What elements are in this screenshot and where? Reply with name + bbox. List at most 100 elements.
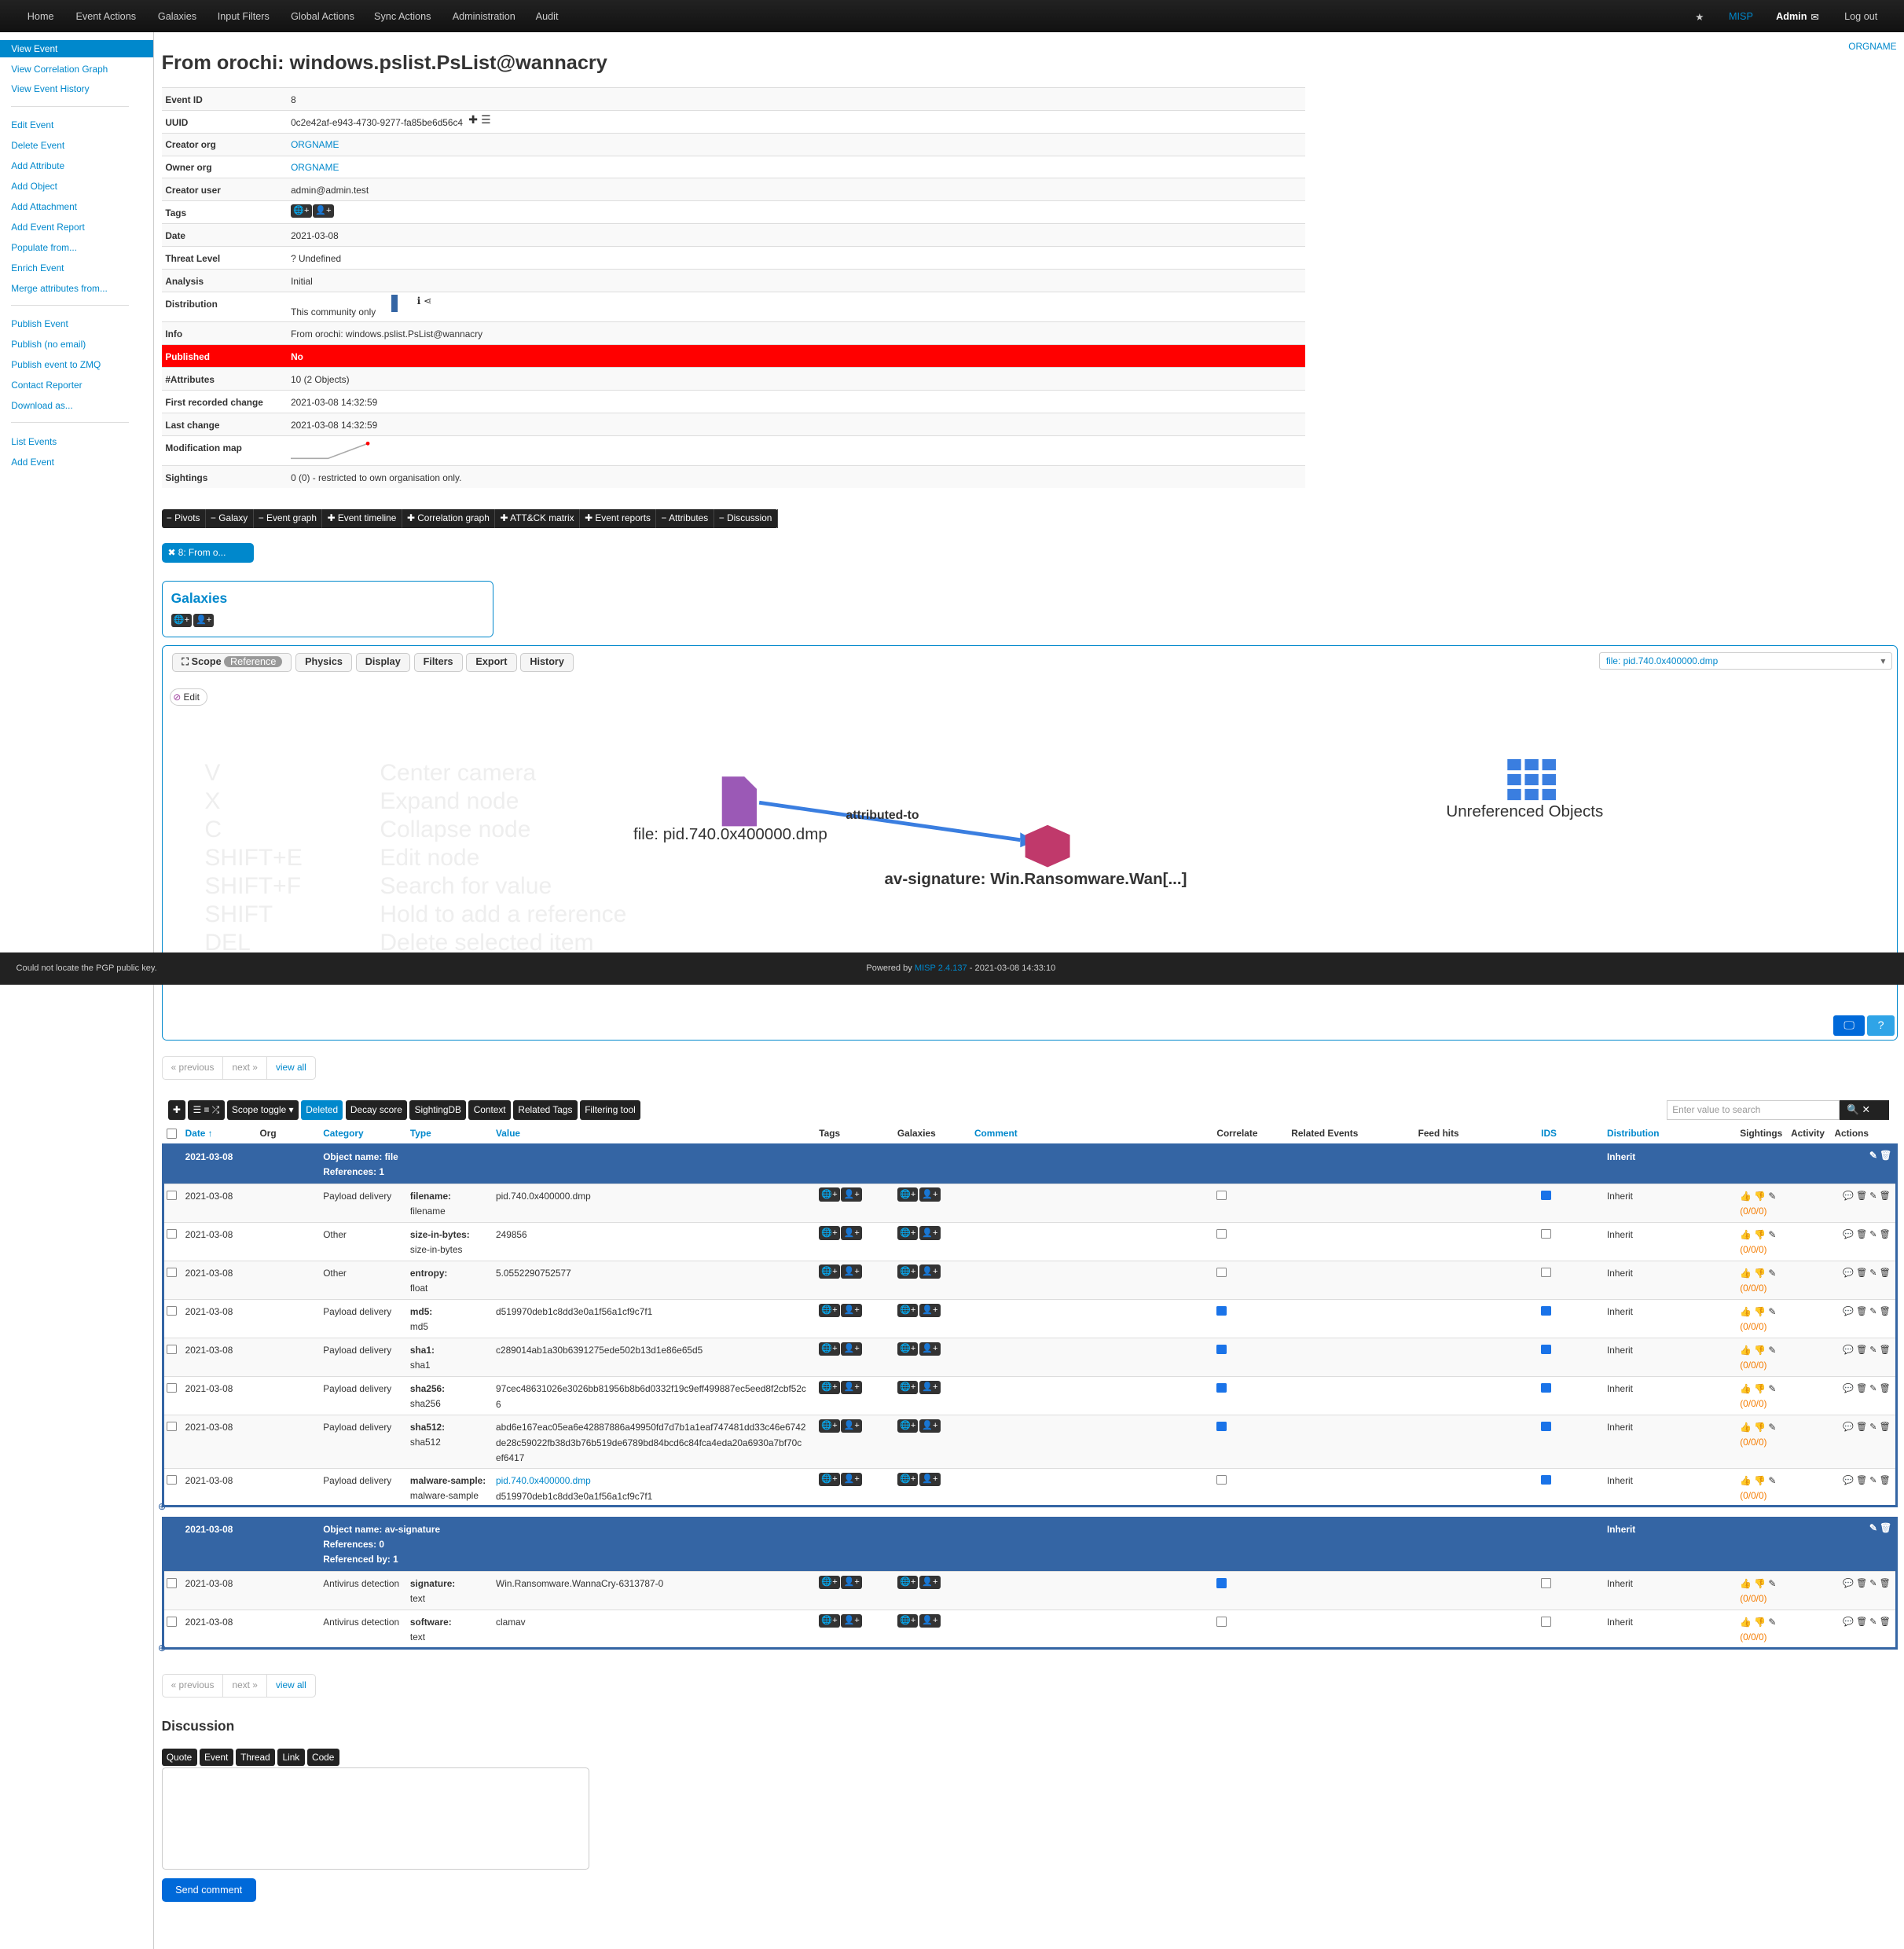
sidebar-item[interactable]: Publish (no email) xyxy=(0,336,153,353)
unreferenced-objects-icon[interactable] xyxy=(1506,758,1556,800)
uuid-actions-icon[interactable]: ✚ ☰ xyxy=(468,114,491,127)
pagination-top: « previous next » view all xyxy=(161,1056,316,1081)
misp-version-link[interactable]: MISP 2.4.137 xyxy=(915,963,967,973)
toolbar-button[interactable]: Related Tags xyxy=(513,1099,578,1120)
column-header[interactable]: Date ↑ xyxy=(185,1128,213,1139)
discussion-tool-link[interactable]: Link xyxy=(277,1749,305,1767)
nav-sync-actions[interactable]: Sync Actions xyxy=(374,11,431,22)
sidebar-item[interactable]: Add Attribute xyxy=(0,157,153,174)
sidebar-item[interactable]: View Event History xyxy=(0,80,153,97)
help-button[interactable]: ? xyxy=(1867,1015,1895,1037)
toggle-button[interactable]: ✚ Event reports xyxy=(580,509,657,529)
add-tag-button[interactable]: 🌐+ xyxy=(291,204,312,218)
select-all-checkbox[interactable] xyxy=(166,1129,177,1139)
toggle-button[interactable]: ✚ ATT&CK matrix xyxy=(495,509,580,529)
org-link[interactable]: ORGNAME xyxy=(1848,41,1896,52)
sidebar-item[interactable]: View Event xyxy=(0,39,153,57)
discussion-tool-event[interactable]: Event xyxy=(199,1749,233,1767)
nav-galaxies[interactable]: Galaxies xyxy=(158,11,196,22)
detail-key: Sightings xyxy=(165,472,208,483)
object-node-icon[interactable] xyxy=(1025,824,1070,868)
column-header[interactable]: IDS xyxy=(1541,1128,1557,1139)
add-local-galaxy-button[interactable]: 👤+ xyxy=(193,613,215,628)
toggle-button[interactable]: − Pivots xyxy=(162,509,206,529)
toolbar-button[interactable]: Deleted xyxy=(300,1099,343,1120)
mail-icon[interactable]: ✉ xyxy=(1810,11,1819,23)
column-header[interactable]: Comment xyxy=(974,1128,1018,1139)
sidebar-item[interactable]: Publish Event xyxy=(0,315,153,332)
nav-administration[interactable]: Administration xyxy=(453,11,515,22)
attribute-search-input[interactable]: Enter value to search xyxy=(1666,1099,1840,1120)
toolbar-button[interactable]: Decay score xyxy=(345,1099,408,1120)
sidebar-item[interactable]: Add Event xyxy=(0,453,153,471)
discussion-tool-code[interactable]: Code xyxy=(306,1749,339,1767)
sidebar-item[interactable]: Add Object xyxy=(0,178,153,195)
add-local-tag-button[interactable]: 👤+ xyxy=(313,204,334,218)
discussion-tool-thread[interactable]: Thread xyxy=(235,1749,275,1767)
sidebar-item[interactable]: Merge attributes from... xyxy=(0,280,153,297)
next-link[interactable]: next » xyxy=(223,1057,267,1080)
column-header[interactable]: Category xyxy=(323,1128,363,1139)
add-reference-icon[interactable]: ⊕ xyxy=(158,1642,167,1654)
distribution-graph-icon[interactable]: ℹ ⋖ xyxy=(391,295,432,313)
user-link[interactable]: Admin xyxy=(1776,11,1807,22)
sidebar-item[interactable]: View Correlation Graph xyxy=(0,61,153,78)
previous-link[interactable]: « previous xyxy=(163,1675,224,1698)
detail-key: First recorded change xyxy=(165,396,263,408)
sidebar-item[interactable]: Publish event to ZMQ xyxy=(0,356,153,373)
star-icon[interactable]: ★ xyxy=(1695,11,1704,23)
fullscreen-button[interactable]: 🖵 xyxy=(1833,1015,1865,1037)
sidebar-item[interactable]: Delete Event xyxy=(0,137,153,154)
list-icon[interactable]: ☰ ≡ ⤮ xyxy=(188,1099,225,1120)
nav-event-actions[interactable]: Event Actions xyxy=(75,11,136,22)
toggle-button[interactable]: ✚ Correlation graph xyxy=(402,509,496,529)
detail-key: UUID xyxy=(165,116,189,128)
send-comment-button[interactable]: Send comment xyxy=(161,1877,256,1902)
toolbar-button[interactable]: Scope toggle ▾ xyxy=(226,1099,299,1120)
view-all-link[interactable]: view all xyxy=(267,1057,315,1079)
top-navbar: ★ MISP Admin ✉ Log out Home Event Actions… xyxy=(0,0,1904,33)
toggle-button[interactable]: − Attributes xyxy=(656,509,714,529)
sidebar-item[interactable]: Populate from... xyxy=(0,239,153,256)
logout-link[interactable]: Log out xyxy=(1844,11,1877,22)
sidebar-item[interactable]: Download as... xyxy=(0,397,153,414)
toolbar-button[interactable]: Context xyxy=(468,1099,511,1120)
toggle-button[interactable]: − Discussion xyxy=(714,509,778,529)
nav-audit[interactable]: Audit xyxy=(536,11,559,22)
discussion-tool-quote[interactable]: Quote xyxy=(161,1749,197,1767)
add-attribute-button[interactable]: ✚ xyxy=(167,1099,186,1120)
toolbar-button[interactable]: Filtering tool xyxy=(579,1099,641,1120)
previous-link[interactable]: « previous xyxy=(163,1057,224,1080)
next-link[interactable]: next » xyxy=(223,1675,267,1698)
add-galaxy-button[interactable]: 🌐+ xyxy=(171,613,193,628)
brand-link[interactable]: MISP xyxy=(1729,11,1753,22)
comment-textarea[interactable] xyxy=(161,1767,589,1870)
detail-value: 10 (2 Objects) xyxy=(291,373,350,385)
nav-input-filters[interactable]: Input Filters xyxy=(218,11,270,22)
pivot-item[interactable]: ✖ 8: From o... xyxy=(161,543,254,563)
toggle-button[interactable]: ✚ Event timeline xyxy=(322,509,402,529)
sidebar-item[interactable]: Enrich Event xyxy=(0,259,153,277)
search-button[interactable]: 🔍 ✕ xyxy=(1839,1099,1890,1120)
file-node-icon[interactable] xyxy=(721,776,757,827)
nav-home[interactable]: Home xyxy=(28,11,54,22)
modification-map-sparkline xyxy=(291,439,378,463)
event-details: Event ID 8 UUID 0c2e42af-e943-4730-9277-fa8… xyxy=(161,86,1305,488)
detail-value[interactable]: ORGNAME xyxy=(291,162,339,173)
view-all-link[interactable]: view all xyxy=(267,1675,315,1697)
column-header[interactable]: Type xyxy=(410,1128,431,1139)
column-header[interactable]: Value xyxy=(496,1128,520,1139)
toggle-button[interactable]: − Galaxy xyxy=(206,509,254,529)
sidebar-item[interactable]: Contact Reporter xyxy=(0,376,153,394)
tag-buttons: 🌐+ 👤+ xyxy=(291,204,335,218)
add-reference-icon[interactable]: ⊕ xyxy=(158,1500,167,1512)
nav-global-actions[interactable]: Global Actions xyxy=(291,11,354,22)
sidebar-item[interactable]: Edit Event xyxy=(0,116,153,134)
detail-value[interactable]: ORGNAME xyxy=(291,139,339,150)
sidebar-item[interactable]: Add Attachment xyxy=(0,198,153,215)
column-header[interactable]: Distribution xyxy=(1607,1128,1660,1139)
sidebar-item[interactable]: Add Event Report xyxy=(0,218,153,236)
toggle-button[interactable]: − Event graph xyxy=(254,509,323,529)
sidebar-item[interactable]: List Events xyxy=(0,433,153,450)
toolbar-button[interactable]: SightingDB xyxy=(409,1099,467,1120)
